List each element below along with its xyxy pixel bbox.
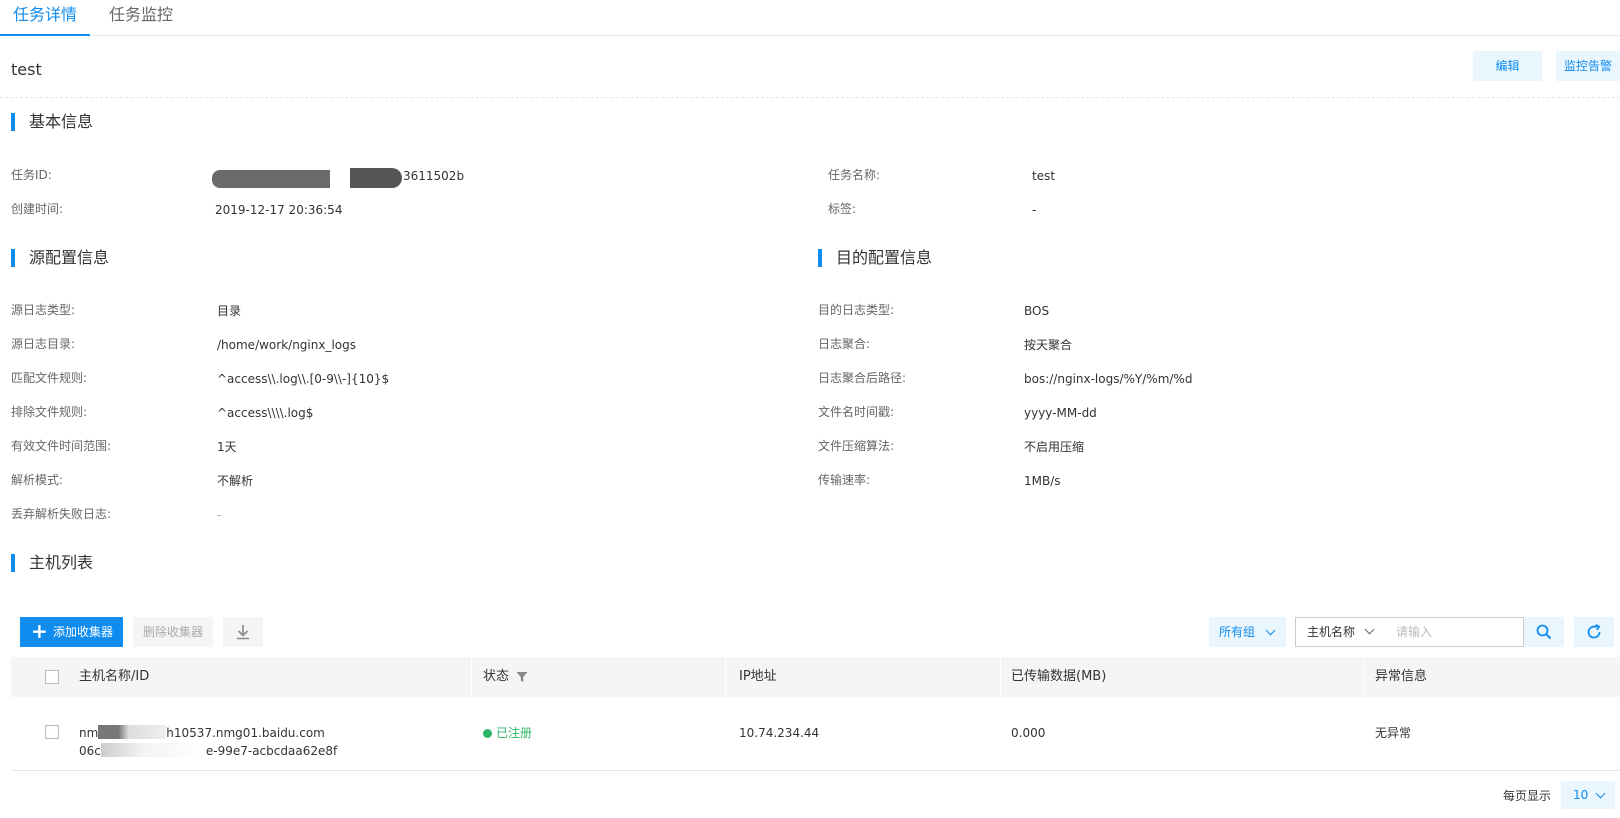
section-title-hosts: 主机列表 [11, 553, 93, 573]
select-all-checkbox[interactable] [45, 670, 59, 684]
source-field-value: ^access\\\\.log$ [217, 406, 314, 420]
search-button[interactable] [1524, 617, 1564, 647]
page-size-select[interactable]: 10 [1561, 781, 1615, 809]
source-field-label: 丢弃解析失败日志: [11, 507, 112, 521]
dest-field-label: 日志聚合后路径: [818, 371, 907, 385]
column-header-status: 状态 [483, 669, 510, 684]
section-title-dest: 目的配置信息 [818, 248, 932, 268]
column-divider [1364, 657, 1365, 697]
task-name-label: 任务名称: [828, 168, 881, 182]
page-title: test [11, 60, 42, 79]
add-collector-label: 添加收集器 [53, 625, 114, 639]
tag-label: 标签: [828, 202, 857, 216]
download-icon [237, 625, 249, 640]
plus-icon: + [31, 619, 48, 643]
chevron-down-icon [1595, 788, 1606, 799]
source-field-value: ^access\\.log\\.[0-9\\-]{10}$ [217, 372, 390, 386]
dest-field-value: BOS [1024, 304, 1050, 318]
section-title-basic: 基本信息 [11, 112, 93, 132]
dest-field-value: bos://nginx-logs/%Y/%m/%d [1024, 372, 1193, 386]
page-size-label: 每页显示 [1503, 789, 1552, 803]
task-id-label: 任务ID: [11, 168, 52, 182]
chevron-down-icon [1364, 624, 1375, 635]
column-divider [1000, 657, 1001, 697]
chevron-down-icon [1265, 625, 1276, 636]
section-title-source: 源配置信息 [11, 248, 109, 268]
search-field-select[interactable]: 主机名称 [1295, 617, 1385, 647]
column-header-host: 主机名称/ID [79, 669, 150, 684]
column-header-transferred: 已传输数据(MB) [1011, 669, 1107, 684]
tab-bar: 任务详情 任务监控 [0, 0, 1620, 36]
redaction-mask [98, 725, 167, 739]
column-header-error: 异常信息 [1375, 669, 1428, 684]
source-field-value: /home/work/nginx_logs [217, 338, 356, 352]
source-field-label: 有效文件时间范围: [11, 439, 112, 453]
tab-task-details[interactable]: 任务详情 [0, 0, 90, 36]
search-field-label: 主机名称 [1307, 625, 1356, 639]
host-id: 06c e-99e7-acbcdaa62e8f [79, 743, 338, 758]
created-time-value: 2019-12-17 20:36:54 [215, 203, 343, 217]
column-divider [471, 657, 472, 697]
filter-icon[interactable] [516, 671, 528, 683]
source-field-label: 匹配文件规则: [11, 371, 88, 385]
search-icon [1536, 624, 1552, 640]
host-error: 无异常 [1375, 726, 1412, 740]
add-collector-button[interactable]: + 添加收集器 [20, 617, 123, 647]
table-header: 主机名称/ID 状态 IP地址 已传输数据(MB) 异常信息 [11, 657, 1620, 697]
dest-field-label: 目的日志类型: [818, 303, 895, 317]
dest-field-value: yyyy-MM-dd [1024, 406, 1097, 420]
column-header-ip: IP地址 [739, 669, 777, 684]
source-field-label: 源日志目录: [11, 337, 76, 351]
source-field-label: 排除文件规则: [11, 405, 88, 419]
group-filter-label: 所有组 [1219, 625, 1256, 639]
tab-task-monitoring[interactable]: 任务监控 [98, 0, 184, 36]
dest-field-value: 不启用压缩 [1024, 440, 1085, 454]
source-field-value: - [217, 508, 222, 522]
dest-field-label: 日志聚合: [818, 337, 871, 351]
divider [0, 97, 1620, 98]
dest-field-label: 文件名时间戳: [818, 405, 895, 419]
source-field-label: 解析模式: [11, 473, 64, 487]
row-checkbox[interactable] [45, 725, 59, 739]
source-field-value: 不解析 [217, 474, 254, 488]
status-badge: 已注册 [483, 724, 532, 742]
created-time-label: 创建时间: [11, 202, 64, 216]
task-id-value: 3611502b [403, 169, 465, 183]
refresh-icon [1587, 624, 1601, 639]
tag-value: - [1032, 203, 1037, 217]
monitor-alarm-button[interactable]: 监控告警 [1556, 51, 1620, 81]
dest-field-value: 1MB/s [1024, 474, 1061, 488]
dest-field-label: 文件压缩算法: [818, 439, 895, 453]
edit-button[interactable]: 编辑 [1473, 51, 1542, 81]
redaction-mask [350, 168, 402, 188]
column-divider [725, 657, 726, 697]
group-filter-dropdown[interactable]: 所有组 [1209, 617, 1286, 647]
page-size-value: 10 [1573, 788, 1589, 802]
delete-collector-button[interactable]: 删除收集器 [133, 617, 213, 647]
host-name: nm h10537.nmg01.baidu.com [79, 725, 325, 740]
dest-field-value: 按天聚合 [1024, 338, 1073, 352]
host-transferred: 0.000 [1011, 726, 1046, 740]
source-field-value: 1天 [217, 440, 237, 454]
redaction-mask [100, 743, 206, 757]
download-button[interactable] [223, 617, 263, 647]
source-field-label: 源日志类型: [11, 303, 76, 317]
redaction-mask [212, 170, 330, 188]
host-ip: 10.74.234.44 [739, 726, 820, 740]
status-dot-icon [483, 729, 492, 738]
dest-field-label: 传输速率: [818, 473, 871, 487]
task-name-value: test [1032, 169, 1056, 183]
source-field-value: 目录 [217, 304, 242, 318]
table-row: nm h10537.nmg01.baidu.com 06c e-99e7-acbcd… [11, 697, 1620, 771]
refresh-button[interactable] [1574, 617, 1614, 647]
search-input[interactable]: 请输入 [1384, 617, 1524, 647]
